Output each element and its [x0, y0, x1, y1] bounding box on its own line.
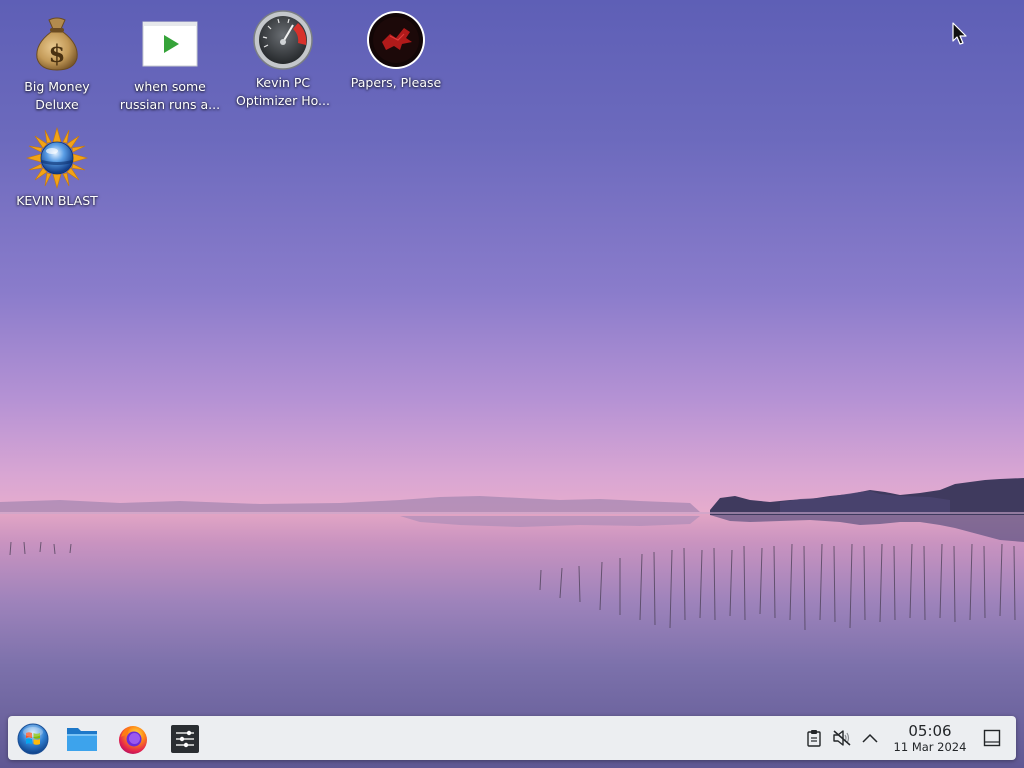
- file-manager-button[interactable]: [65, 722, 99, 756]
- video-play-icon: [138, 12, 202, 76]
- desktop-icon-video[interactable]: when some russian runs a...: [118, 12, 222, 114]
- volume-button[interactable]: [832, 728, 852, 748]
- digital-clock[interactable]: 05:06 11 Mar 2024: [888, 722, 972, 754]
- windows-orb-icon: [17, 723, 49, 755]
- show-desktop-button[interactable]: [982, 728, 1002, 748]
- sliders-icon: [171, 725, 199, 753]
- firefox-button[interactable]: [116, 722, 150, 756]
- show-desktop-icon: [983, 729, 1001, 747]
- svg-text:$: $: [49, 39, 66, 68]
- money-bag-icon: $: [25, 12, 89, 76]
- chevron-up-icon: [862, 733, 878, 743]
- start-menu-button[interactable]: [16, 722, 50, 756]
- desktop-icon-kevin-blast[interactable]: KEVIN BLAST: [5, 126, 109, 210]
- desktop-icon-big-money-deluxe[interactable]: $ Big Money Deluxe: [5, 12, 109, 114]
- desktop-icon-label: when some russian runs a...: [119, 79, 221, 112]
- speedometer-icon: [251, 8, 315, 72]
- wallpaper-scenery: [0, 478, 1024, 631]
- taskbar: 05:06 11 Mar 2024: [8, 716, 1016, 760]
- clipboard-icon: [807, 730, 821, 747]
- mouse-cursor-icon: [952, 22, 967, 45]
- volume-muted-icon: [833, 730, 851, 746]
- desktop-icon-label: Kevin PC Optimizer Ho...: [236, 75, 330, 108]
- papers-please-emblem-icon: [364, 8, 428, 72]
- desktop[interactable]: $ Big Money Deluxe when some russian run…: [0, 0, 1024, 768]
- desktop-icon-label: Big Money Deluxe: [24, 79, 90, 112]
- globe-sun-icon: [25, 126, 89, 190]
- settings-button[interactable]: [168, 722, 202, 756]
- folder-icon: [67, 728, 97, 751]
- desktop-icon-label: Papers, Please: [350, 75, 442, 90]
- firefox-icon: [119, 726, 147, 754]
- desktop-icon-label: KEVIN BLAST: [16, 193, 98, 208]
- clock-date: 11 Mar 2024: [893, 740, 967, 754]
- clipboard-button[interactable]: [804, 728, 824, 748]
- desktop-icon-kevin-pc-optimizer[interactable]: Kevin PC Optimizer Ho...: [231, 8, 335, 110]
- desktop-icon-papers-please[interactable]: Papers, Please: [344, 8, 448, 92]
- clock-time: 05:06: [908, 722, 952, 740]
- show-hidden-icons-button[interactable]: [860, 728, 880, 748]
